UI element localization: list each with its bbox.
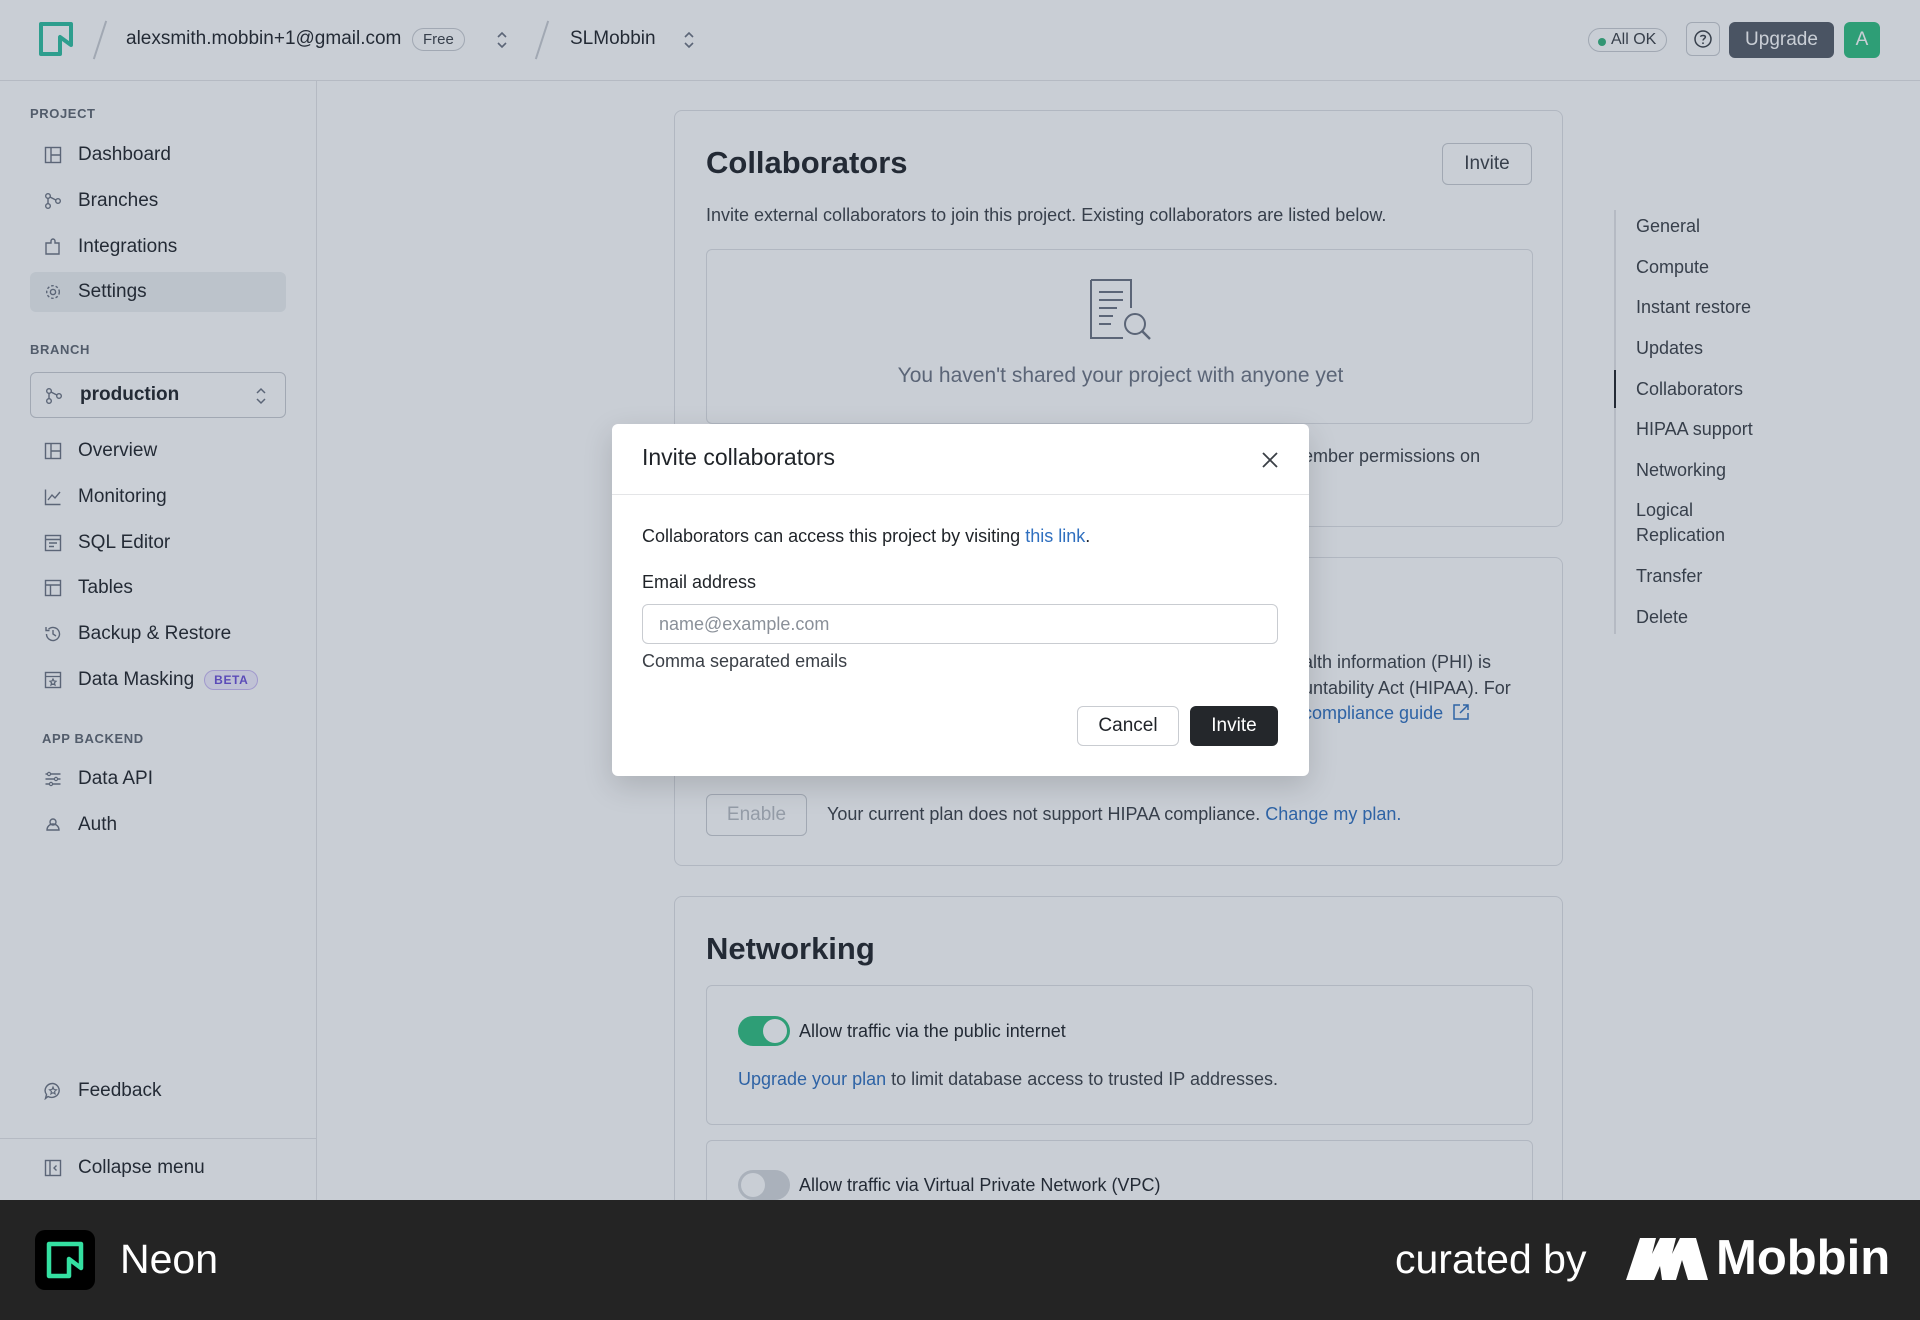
invite-button[interactable]: Invite [1190, 706, 1278, 746]
close-icon[interactable] [1259, 449, 1281, 471]
modal-title: Invite collaborators [642, 444, 836, 470]
neon-mark-icon [46, 1241, 84, 1279]
cancel-button[interactable]: Cancel [1077, 706, 1179, 746]
curated-by-label: curated by [1395, 1236, 1587, 1282]
email-field[interactable] [642, 604, 1278, 644]
footer-banner: Neon curated by Mobbin [0, 1200, 1920, 1320]
project-link[interactable]: this link [1025, 526, 1085, 546]
email-field-hint: Comma separated emails [642, 651, 848, 671]
modal-divider [612, 494, 1309, 495]
email-field-label: Email address [642, 572, 757, 592]
mobbin-mark-icon [1626, 1238, 1708, 1280]
invite-collaborators-modal: Invite collaborators Collaborators can a… [612, 424, 1309, 776]
modal-access-text-start: Collaborators can access this project by… [642, 526, 1021, 546]
neon-brand-name: Neon [120, 1236, 219, 1282]
mobbin-brand-name: Mobbin [1716, 1231, 1891, 1285]
neon-logo [35, 1230, 95, 1290]
modal-access-text: Collaborators can access this project by… [642, 526, 1090, 547]
modal-access-text-end: . [1085, 526, 1091, 546]
